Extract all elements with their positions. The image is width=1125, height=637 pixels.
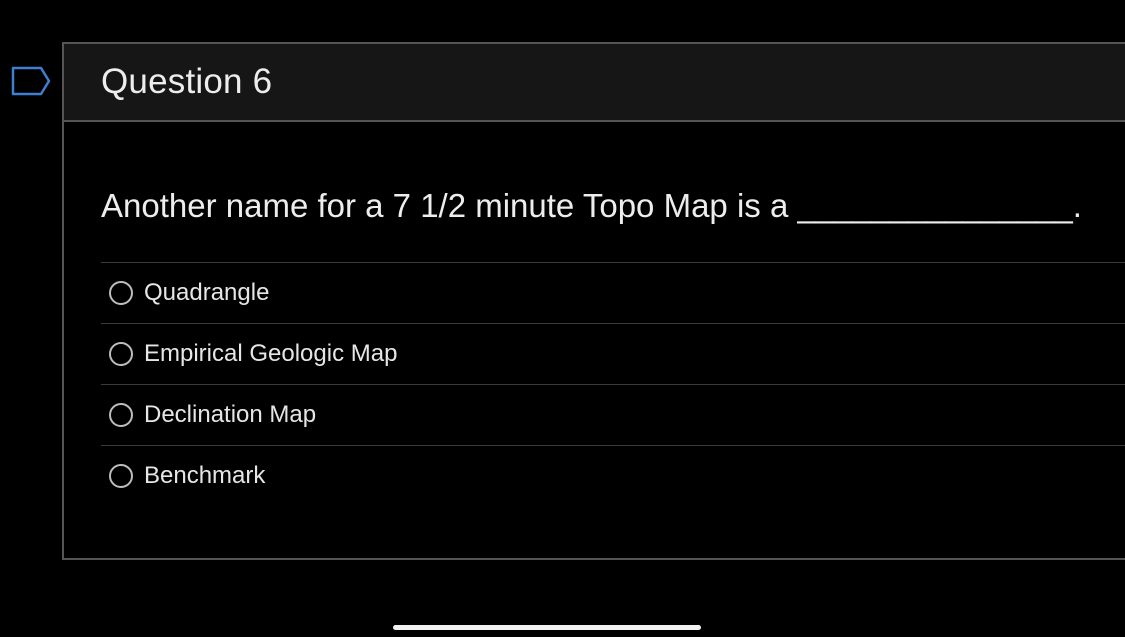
question-body: Another name for a 7 1/2 minute Topo Map… <box>64 186 1125 506</box>
flag-question-icon[interactable] <box>10 65 52 97</box>
answer-option-quadrangle[interactable]: Quadrangle <box>101 263 1125 324</box>
answer-list: Quadrangle Empirical Geologic Map Declin… <box>101 262 1125 506</box>
question-text: Another name for a 7 1/2 minute Topo Map… <box>101 187 1082 224</box>
question-card: Question 6 Another name for a 7 1/2 minu… <box>62 42 1125 560</box>
answer-option-benchmark[interactable]: Benchmark <box>101 446 1125 506</box>
radio-button[interactable] <box>109 464 133 488</box>
radio-button[interactable] <box>109 342 133 366</box>
answer-label: Empirical Geologic Map <box>144 340 398 367</box>
answer-option-declination-map[interactable]: Declination Map <box>101 385 1125 446</box>
radio-button[interactable] <box>109 403 133 427</box>
answer-label: Benchmark <box>144 462 266 489</box>
question-header: Question 6 <box>64 44 1125 122</box>
quiz-page: Question 6 Another name for a 7 1/2 minu… <box>0 0 1125 637</box>
answer-label: Quadrangle <box>144 279 270 306</box>
answer-label: Declination Map <box>144 401 317 428</box>
question-title: Question 6 <box>101 62 273 101</box>
home-indicator-bar[interactable] <box>393 625 701 630</box>
radio-button[interactable] <box>109 281 133 305</box>
answer-option-empirical-geologic-map[interactable]: Empirical Geologic Map <box>101 324 1125 385</box>
